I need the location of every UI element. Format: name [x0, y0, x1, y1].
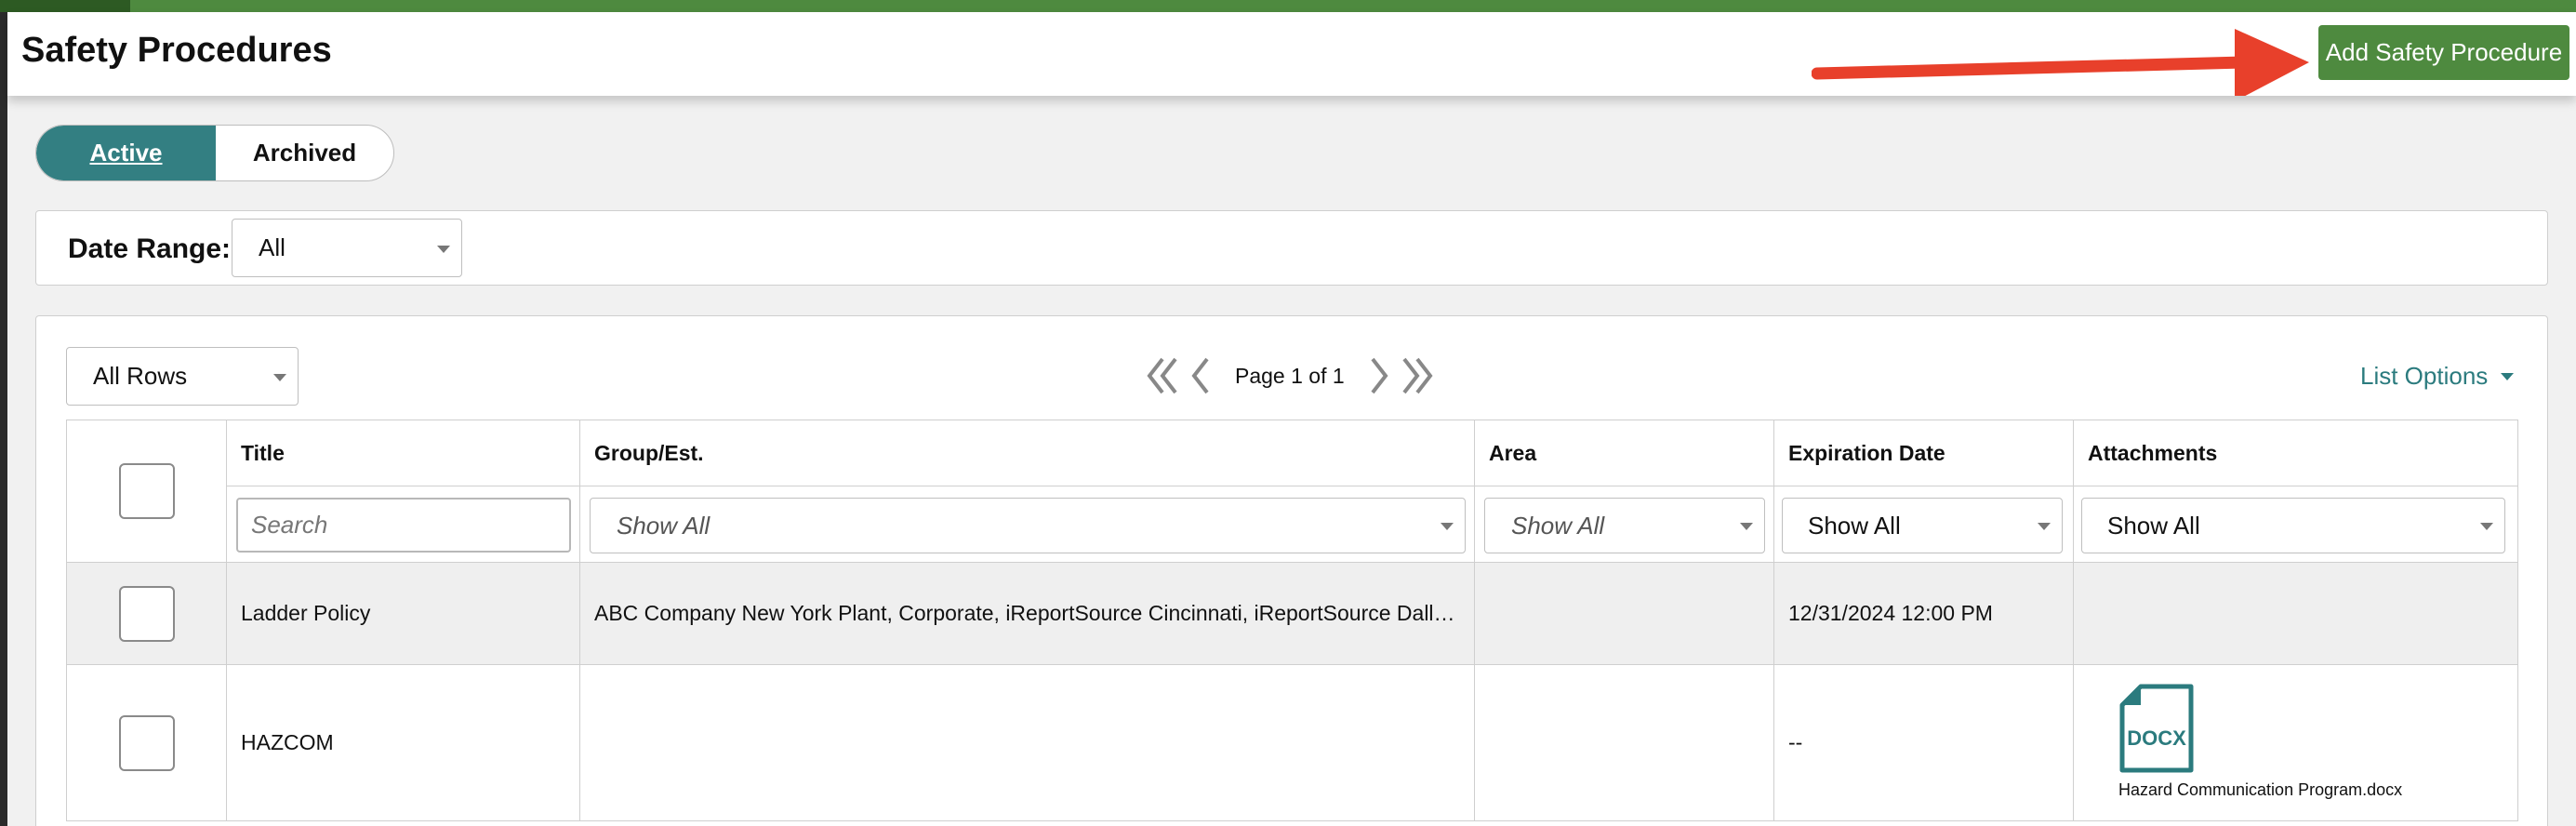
page-indicator: Page 1 of 1 [1235, 363, 1345, 388]
attachment-link[interactable]: Hazard Communication Program.docx [2118, 780, 2402, 800]
first-page-icon[interactable] [1144, 350, 1181, 402]
row-attachments: DOCX Hazard Communication Program.docx [2073, 664, 2518, 821]
attachments-filter-value: Show All [2107, 511, 2200, 540]
row-select-cell [66, 562, 227, 665]
row-title[interactable]: HAZCOM [226, 664, 580, 821]
date-filter-panel: Date Range: All [35, 210, 2548, 286]
next-page-icon[interactable] [1361, 350, 1399, 402]
page-header: Safety Procedures Add Safety Procedure [7, 12, 2576, 96]
select-all-cell [66, 420, 227, 563]
chevron-down-icon [273, 373, 286, 381]
chevron-down-icon [1441, 523, 1454, 530]
row-title-text: HAZCOM [241, 730, 334, 754]
chevron-down-icon [2501, 372, 2515, 380]
date-range-label: Date Range: [68, 233, 232, 264]
add-safety-procedure-button[interactable]: Add Safety Procedure [2318, 25, 2569, 80]
chevron-down-icon [437, 245, 450, 253]
tab-archived[interactable]: Archived [216, 126, 393, 180]
group-filter-select[interactable]: Show All [590, 498, 1466, 553]
row-expiration-text: 12/31/2024 12:00 PM [1788, 601, 1993, 625]
row-title-text: Ladder Policy [241, 601, 371, 625]
table-row[interactable]: Ladder Policy ABC Company New York Plant… [66, 562, 2518, 665]
row-group [579, 664, 1475, 821]
row-area [1474, 562, 1774, 665]
date-range-select[interactable]: All [232, 219, 462, 277]
row-select-cell [66, 664, 227, 821]
procedures-table: Title Group/Est. Area Expiration Date At… [66, 420, 2518, 821]
column-header-area[interactable]: Area [1474, 420, 1774, 486]
last-page-icon[interactable] [1399, 350, 1436, 402]
area-filter-select[interactable]: Show All [1484, 498, 1765, 553]
table-header-row: Title Group/Est. Area Expiration Date At… [66, 420, 2518, 563]
attachments-filter-select[interactable]: Show All [2081, 498, 2505, 553]
row-area-text [1475, 730, 1489, 754]
area-filter-value: Show All [1511, 511, 1605, 540]
column-header-title[interactable]: Title [226, 420, 580, 486]
previous-page-icon[interactable] [1181, 350, 1218, 402]
docx-file-icon[interactable]: DOCX [2118, 684, 2195, 773]
status-toggle: Active Archived [35, 125, 394, 181]
title-filter-cell: Search [226, 486, 580, 563]
list-options-label: List Options [2360, 362, 2489, 390]
row-group-text [580, 730, 594, 754]
docx-icon-label: DOCX [2127, 726, 2186, 750]
rows-select[interactable]: All Rows [66, 347, 299, 406]
chevron-down-icon [1740, 523, 1753, 530]
column-header-expiration[interactable]: Expiration Date [1773, 420, 2074, 486]
row-attachment-text [2074, 601, 2088, 625]
select-all-checkbox[interactable] [118, 463, 175, 519]
row-title[interactable]: Ladder Policy [226, 562, 580, 665]
table-row[interactable]: HAZCOM -- DOCX Hazard Communication Prog… [66, 664, 2518, 821]
top-stripe-accent [0, 0, 130, 12]
pagination: Page 1 of 1 [1144, 350, 1436, 402]
page-title: Safety Procedures [21, 31, 332, 70]
expiration-filter-select[interactable]: Show All [1782, 498, 2063, 553]
table-filter-row: Search Show All Show All Show All Show A… [67, 486, 2518, 563]
attachments-filter-cell: Show All [2073, 486, 2518, 563]
expiration-filter-value: Show All [1808, 511, 1901, 540]
row-expiration-text: -- [1788, 730, 1803, 754]
column-header-attachments[interactable]: Attachments [2073, 420, 2518, 486]
row-checkbox[interactable] [118, 585, 175, 642]
group-filter-value: Show All [617, 511, 710, 540]
expiration-filter-cell: Show All [1773, 486, 2074, 563]
left-edge-bar [0, 0, 7, 826]
list-options-menu[interactable]: List Options [2360, 362, 2515, 391]
tab-active[interactable]: Active [36, 126, 216, 180]
row-checkbox[interactable] [118, 714, 175, 771]
date-range-value: All [259, 233, 285, 261]
chevron-down-icon [2038, 523, 2051, 530]
row-area-text [1475, 601, 1489, 625]
area-filter-cell: Show All [1474, 486, 1774, 563]
chevron-down-icon [2480, 523, 2493, 530]
rows-select-value: All Rows [93, 362, 188, 390]
group-filter-cell: Show All [579, 486, 1475, 563]
title-search-input[interactable]: Search [236, 498, 571, 553]
row-area [1474, 664, 1774, 821]
red-arrow-annotation [1812, 29, 2309, 96]
row-group-text: ABC Company New York Plant, Corporate, i… [594, 601, 1459, 625]
row-attachments [2073, 562, 2518, 665]
top-brand-stripe [0, 0, 2576, 12]
column-header-group[interactable]: Group/Est. [579, 420, 1475, 486]
row-group: ABC Company New York Plant, Corporate, i… [579, 562, 1475, 665]
row-expiration: 12/31/2024 12:00 PM [1773, 562, 2074, 665]
row-expiration: -- [1773, 664, 2074, 821]
